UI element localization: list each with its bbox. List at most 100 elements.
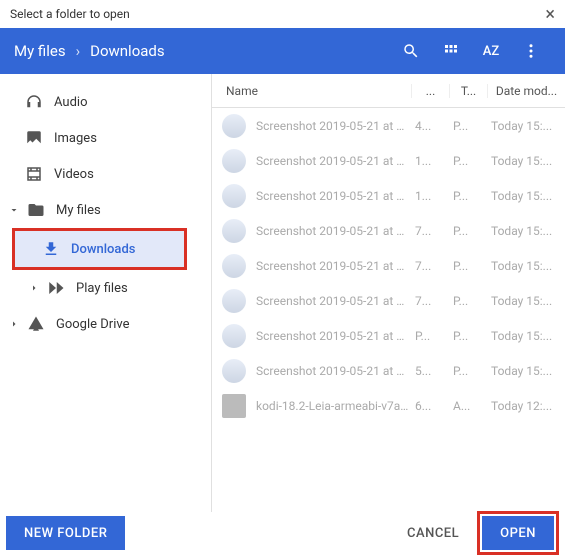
sidebar-item-images[interactable]: Images	[0, 120, 211, 156]
file-row[interactable]: Screenshot 2019-05-21 at 12.3...5...P...…	[212, 353, 565, 388]
file-row[interactable]: Screenshot 2019-05-21 at 15.0...7...P...…	[212, 283, 565, 318]
sidebar-item-label: Audio	[54, 95, 87, 110]
search-icon[interactable]	[391, 42, 431, 60]
file-name: Screenshot 2019-05-21 at 15.1...	[256, 154, 411, 168]
view-grid-icon[interactable]	[431, 42, 471, 60]
breadcrumb-root[interactable]: My files	[14, 42, 66, 60]
col-size[interactable]: ...	[411, 84, 449, 98]
sidebar-item-downloads[interactable]: Downloads	[15, 231, 184, 267]
sidebar-item-gdrive[interactable]: Google Drive	[0, 306, 211, 342]
file-type: P...	[449, 154, 487, 168]
sidebar-item-playfiles[interactable]: Play files	[0, 270, 211, 306]
folder-icon	[24, 201, 48, 219]
image-icon	[22, 129, 46, 147]
sidebar-item-videos[interactable]: Videos	[0, 156, 211, 192]
file-type: P...	[449, 189, 487, 203]
file-date: Today 15:...	[487, 154, 565, 168]
file-type: P...	[449, 329, 487, 343]
file-row[interactable]: Screenshot 2019-05-21 at 15.1...1...P...…	[212, 178, 565, 213]
file-date: Today 15:...	[487, 294, 565, 308]
col-type[interactable]: T...	[449, 84, 487, 98]
thumbnail-icon	[222, 114, 246, 138]
file-row[interactable]: Screenshot 2019-05-21 at 15.1...1...P...…	[212, 143, 565, 178]
sidebar-item-audio[interactable]: Audio	[0, 84, 211, 120]
sidebar-item-label: Images	[54, 131, 97, 146]
file-name: Screenshot 2019-05-21 at 15.0...	[256, 259, 411, 273]
drive-icon	[24, 315, 48, 333]
file-size: 1...	[411, 154, 449, 168]
file-type: P...	[449, 364, 487, 378]
sort-label: AZ	[483, 44, 499, 59]
file-row[interactable]: Screenshot 2019-05-21 at 15.0...7...P...…	[212, 213, 565, 248]
file-icon	[222, 394, 246, 418]
file-size: 4...	[411, 119, 449, 133]
sidebar-item-myfiles[interactable]: My files	[0, 192, 211, 228]
col-name[interactable]: Name	[212, 84, 411, 98]
file-name: kodi-18.2-Leia-armeabi-v7a.apk	[256, 399, 411, 413]
file-type: P...	[449, 294, 487, 308]
video-icon	[22, 165, 46, 183]
thumbnail-icon	[222, 149, 246, 173]
file-size: 7...	[411, 294, 449, 308]
file-date: Today 12:...	[487, 399, 565, 413]
file-size: 1...	[411, 189, 449, 203]
file-name: Screenshot 2019-05-21 at 15.0...	[256, 329, 411, 343]
file-name: Screenshot 2019-05-21 at 15.0...	[256, 224, 411, 238]
sidebar-item-label: Play files	[76, 281, 128, 296]
close-icon[interactable]: ×	[545, 4, 555, 25]
file-row[interactable]: Screenshot 2019-05-21 at 15.0...7...P...…	[212, 248, 565, 283]
file-size: P...	[411, 329, 449, 343]
sidebar-item-label: Videos	[54, 167, 94, 182]
open-button[interactable]: OPEN	[482, 516, 554, 550]
sidebar-item-label: Google Drive	[56, 317, 129, 332]
sidebar-item-label: My files	[56, 203, 101, 218]
play-icon	[44, 279, 68, 297]
more-menu-icon[interactable]	[511, 42, 551, 60]
col-date[interactable]: Date mod...	[487, 84, 565, 98]
file-date: Today 15:...	[487, 329, 565, 343]
file-type: P...	[449, 224, 487, 238]
thumbnail-icon	[222, 289, 246, 313]
file-size: 7...	[411, 224, 449, 238]
file-date: Today 15:...	[487, 364, 565, 378]
file-date: Today 15:...	[487, 189, 565, 203]
thumbnail-icon	[222, 324, 246, 348]
file-size: 5...	[411, 364, 449, 378]
breadcrumb[interactable]: My files › Downloads	[14, 42, 165, 60]
file-row[interactable]: kodi-18.2-Leia-armeabi-v7a.apk6...A...To…	[212, 388, 565, 423]
file-name: Screenshot 2019-05-21 at 15.1...	[256, 189, 411, 203]
chevron-right-icon[interactable]	[24, 282, 44, 294]
chevron-right-icon[interactable]	[4, 318, 24, 330]
file-row[interactable]: Screenshot 2019-05-21 at 15.2...4...P...…	[212, 108, 565, 143]
sidebar: Audio Images Videos My files Downloads P…	[0, 74, 212, 512]
file-date: Today 15:...	[487, 119, 565, 133]
file-row[interactable]: Screenshot 2019-05-21 at 15.0...P...P...…	[212, 318, 565, 353]
file-list: Name ... T... Date mod... Screenshot 201…	[212, 74, 565, 512]
file-type: A...	[449, 399, 487, 413]
chevron-down-icon[interactable]	[4, 204, 24, 216]
chevron-right-icon: ›	[76, 42, 81, 60]
headphones-icon	[22, 93, 46, 111]
column-headers: Name ... T... Date mod...	[212, 74, 565, 108]
file-type: P...	[449, 119, 487, 133]
download-icon	[39, 240, 63, 258]
header-bar: My files › Downloads AZ	[0, 28, 565, 74]
file-type: P...	[449, 259, 487, 273]
thumbnail-icon	[222, 184, 246, 208]
thumbnail-icon	[222, 254, 246, 278]
file-size: 6...	[411, 399, 449, 413]
new-folder-button[interactable]: NEW FOLDER	[6, 516, 125, 550]
breadcrumb-current[interactable]: Downloads	[90, 42, 165, 60]
cancel-button[interactable]: CANCEL	[389, 516, 477, 550]
file-size: 7...	[411, 259, 449, 273]
thumbnail-icon	[222, 359, 246, 383]
file-date: Today 15:...	[487, 224, 565, 238]
highlight-annotation: Downloads	[12, 228, 187, 270]
sidebar-item-label: Downloads	[71, 242, 135, 257]
file-name: Screenshot 2019-05-21 at 15.0...	[256, 294, 411, 308]
file-name: Screenshot 2019-05-21 at 12.3...	[256, 364, 411, 378]
footer: NEW FOLDER CANCEL OPEN	[6, 512, 559, 554]
dialog-title: Select a folder to open	[10, 7, 130, 21]
sort-button[interactable]: AZ	[471, 44, 511, 59]
file-name: Screenshot 2019-05-21 at 15.2...	[256, 119, 411, 133]
